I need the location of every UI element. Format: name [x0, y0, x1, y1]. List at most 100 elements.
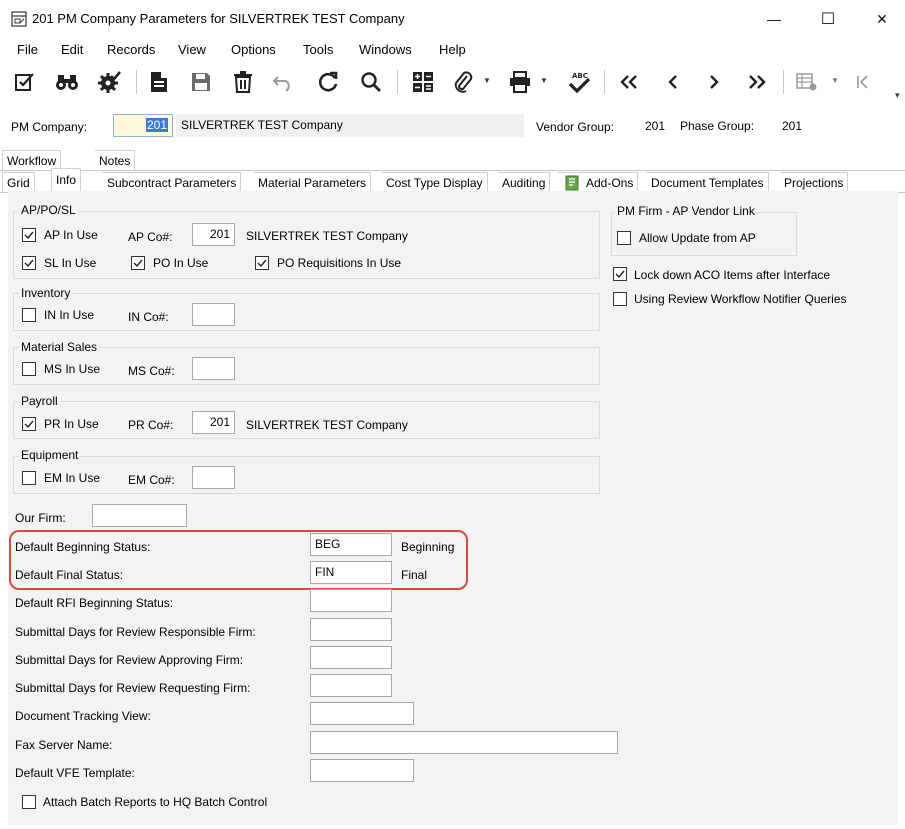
- pm-company-input[interactable]: 201: [113, 114, 173, 137]
- new-record-button[interactable]: [145, 68, 173, 96]
- menu-windows[interactable]: Windows: [359, 42, 412, 57]
- last-record-button[interactable]: [743, 68, 771, 96]
- our-firm-input[interactable]: [92, 504, 187, 527]
- phase-group-label: Phase Group:: [680, 119, 755, 133]
- po-requisitions-checkbox[interactable]: [255, 256, 269, 270]
- document-tracking-view-label: Document Tracking View:: [15, 709, 151, 723]
- save-icon: [192, 73, 210, 91]
- print-button[interactable]: [506, 68, 534, 96]
- pr-co-input[interactable]: 201: [192, 411, 235, 434]
- document-icon: [151, 72, 167, 92]
- submittal-days-approving-input[interactable]: [310, 646, 392, 669]
- tab-info[interactable]: Info: [51, 168, 82, 192]
- calculator-button[interactable]: [409, 68, 437, 96]
- print-icon: [510, 71, 530, 93]
- cleanup-button[interactable]: [95, 68, 123, 96]
- tab-workflow[interactable]: Workflow: [2, 150, 62, 170]
- tab-document-templates[interactable]: Document Templates: [647, 172, 769, 192]
- menu-tools[interactable]: Tools: [303, 42, 333, 57]
- rfi-beginning-status-input[interactable]: [310, 589, 392, 612]
- check-icon: [24, 259, 34, 268]
- minimize-button[interactable]: —: [751, 0, 797, 38]
- toolbar: ▼ ▼ ABC ▼ ▾: [0, 62, 905, 102]
- grid-gear-icon: [796, 73, 817, 91]
- equipment-group: [13, 456, 600, 494]
- attach-batch-reports-checkbox[interactable]: [22, 795, 36, 809]
- default-beginning-status-input[interactable]: BEG: [310, 533, 392, 556]
- in-co-input[interactable]: [192, 303, 235, 326]
- search-button[interactable]: [357, 68, 385, 96]
- paperclip-icon: [454, 71, 473, 93]
- po-in-use-checkbox[interactable]: [131, 256, 145, 270]
- submittal-days-responsible-input[interactable]: [310, 618, 392, 641]
- em-co-input[interactable]: [192, 466, 235, 489]
- attachments-dropdown-icon[interactable]: ▼: [483, 76, 491, 85]
- undo-button[interactable]: [269, 68, 297, 96]
- window-title: 201 PM Company Parameters for SILVERTREK…: [32, 11, 405, 26]
- check-icon: [133, 259, 143, 268]
- ms-co-input[interactable]: [192, 357, 235, 380]
- em-in-use-label: EM In Use: [44, 471, 101, 485]
- pr-co-name: SILVERTREK TEST Company: [246, 418, 408, 432]
- submittal-days-approving-label: Submittal Days for Review Approving Firm…: [15, 653, 244, 667]
- review-workflow-checkbox[interactable]: [613, 292, 627, 306]
- next-record-button[interactable]: [700, 68, 728, 96]
- edit-record-button[interactable]: [11, 68, 39, 96]
- ms-in-use-label: MS In Use: [44, 362, 101, 376]
- tab-material-parameters[interactable]: Material Parameters: [254, 172, 372, 192]
- menu-view[interactable]: View: [178, 42, 206, 57]
- default-vfe-template-input[interactable]: [310, 759, 414, 782]
- tab-notes[interactable]: Notes: [95, 150, 136, 170]
- close-button[interactable]: ✕: [859, 0, 905, 38]
- menu-help[interactable]: Help: [439, 42, 466, 57]
- toolbar-separator: [783, 70, 784, 94]
- grid-settings-button[interactable]: [793, 68, 821, 96]
- save-button[interactable]: [187, 68, 215, 96]
- ap-co-input[interactable]: 201: [192, 223, 235, 246]
- ap-in-use-checkbox[interactable]: [22, 228, 36, 242]
- menu-edit[interactable]: Edit: [61, 42, 83, 57]
- delete-button[interactable]: [229, 68, 257, 96]
- svg-text:ABC: ABC: [572, 72, 588, 80]
- phase-group-value: 201: [782, 119, 803, 133]
- pr-co-label: PR Co#:: [128, 418, 174, 432]
- binoculars-icon: [56, 75, 78, 90]
- allow-update-checkbox[interactable]: [617, 231, 631, 245]
- check-icon: [24, 420, 34, 429]
- sl-in-use-checkbox[interactable]: [22, 256, 36, 270]
- default-final-status-input[interactable]: FIN: [310, 561, 392, 584]
- spellcheck-button[interactable]: ABC: [565, 68, 593, 96]
- tab-add-ons[interactable]: Add-Ons: [558, 172, 639, 192]
- tab-subcontract-parameters[interactable]: Subcontract Parameters: [103, 172, 242, 192]
- menu-options[interactable]: Options: [231, 42, 276, 57]
- equipment-title: Equipment: [19, 448, 81, 462]
- tab-projections[interactable]: Projections: [780, 172, 849, 192]
- fax-server-name-input[interactable]: [310, 731, 618, 754]
- em-in-use-checkbox[interactable]: [22, 471, 36, 485]
- menu-records[interactable]: Records: [107, 42, 155, 57]
- ap-co-name: SILVERTREK TEST Company: [246, 229, 408, 243]
- maximize-button[interactable]: ☐: [805, 0, 851, 38]
- lock-down-aco-label: Lock down ACO Items after Interface: [634, 268, 831, 282]
- tab-cost-type-display[interactable]: Cost Type Display: [382, 172, 488, 192]
- submittal-days-requesting-input[interactable]: [310, 674, 392, 697]
- ms-in-use-checkbox[interactable]: [22, 362, 36, 376]
- tab-grid[interactable]: Grid: [2, 172, 35, 192]
- find-button[interactable]: [53, 68, 81, 96]
- default-beginning-status-label: Default Beginning Status:: [15, 540, 151, 554]
- previous-record-button[interactable]: [659, 68, 687, 96]
- print-dropdown-icon[interactable]: ▼: [540, 76, 548, 85]
- lock-down-aco-checkbox[interactable]: [613, 267, 627, 281]
- tab-auditing[interactable]: Auditing: [498, 172, 551, 192]
- collapse-button[interactable]: [849, 68, 877, 96]
- attachments-button[interactable]: [449, 68, 477, 96]
- menu-file[interactable]: File: [17, 42, 38, 57]
- grid-dropdown-icon[interactable]: ▼: [831, 76, 839, 85]
- refresh-button[interactable]: [314, 68, 342, 96]
- in-in-use-checkbox[interactable]: [22, 308, 36, 322]
- first-record-button[interactable]: [615, 68, 643, 96]
- em-co-label: EM Co#:: [128, 473, 175, 487]
- toolbar-overflow-icon[interactable]: ▾: [895, 90, 900, 101]
- document-tracking-view-input[interactable]: [310, 702, 414, 725]
- pr-in-use-checkbox[interactable]: [22, 417, 36, 431]
